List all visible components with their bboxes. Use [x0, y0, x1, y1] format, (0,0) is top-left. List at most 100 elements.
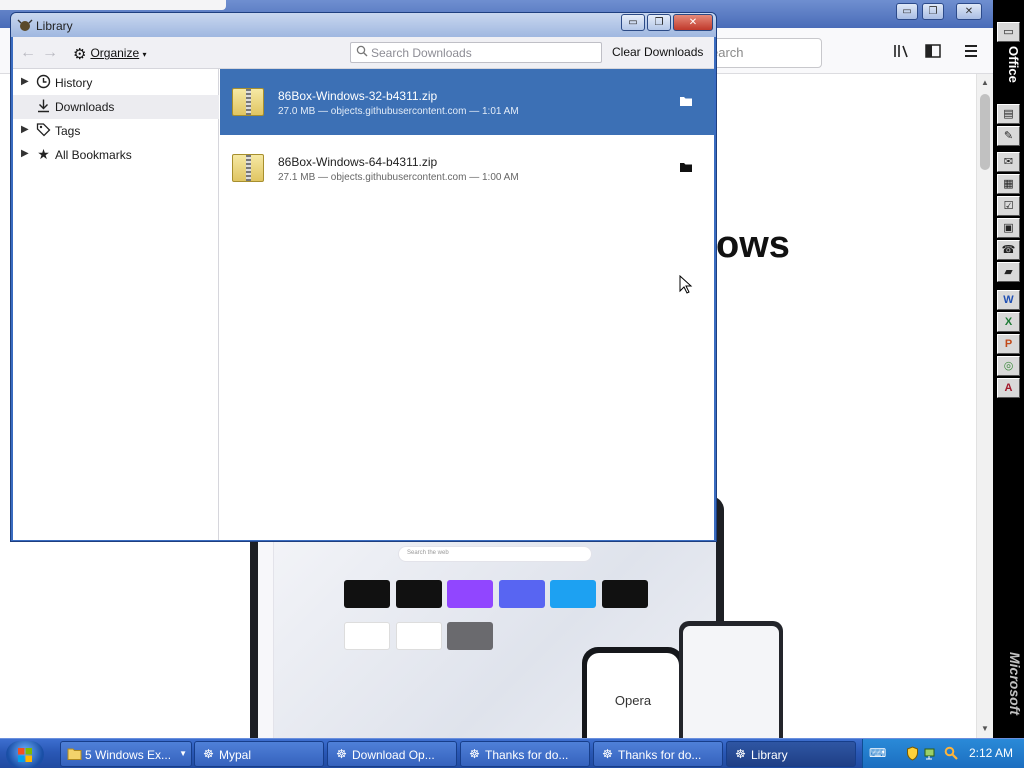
tasks-icon[interactable]: ☑: [997, 196, 1020, 216]
contacts-icon[interactable]: ▣: [997, 218, 1020, 238]
mypal-icon: ☸: [602, 747, 613, 761]
download-filename: 86Box-Windows-32-b4311.zip: [278, 89, 438, 103]
taskbar-button-thanks-1[interactable]: ☸ Thanks for do...: [460, 741, 590, 767]
chevron-down-icon: ▾: [142, 50, 147, 59]
taskbar-button-mypal[interactable]: ☸ Mypal: [194, 741, 324, 767]
library-icon[interactable]: [892, 42, 910, 60]
speed-dial-tile: [396, 580, 442, 608]
binder-icon[interactable]: ▤: [997, 104, 1020, 124]
mail-icon[interactable]: ✉: [997, 152, 1020, 172]
downloads-list: 86Box-Windows-32-b4311.zip 27.0 MB — obj…: [220, 69, 714, 540]
clear-downloads-button[interactable]: Clear Downloads: [612, 45, 703, 59]
office-shortcut-bar: Office ▭ ▤ ✎ ✉ ▦ ☑ ▣ ☎ ▰ W X P ◎ A Microsoft: [993, 0, 1024, 738]
sidebar-item-all-bookmarks[interactable]: ▶ ★ All Bookmarks: [13, 143, 219, 167]
calendar-icon[interactable]: ▦: [997, 174, 1020, 194]
notes-icon[interactable]: ▰: [997, 262, 1020, 282]
close-button[interactable]: ✕: [673, 14, 713, 31]
zip-file-icon: [232, 154, 264, 182]
open-folder-icon[interactable]: [678, 95, 694, 109]
sidebar-item-label: Downloads: [55, 100, 115, 114]
taskbar-button-download-opera[interactable]: ☸ Download Op...: [327, 741, 457, 767]
library-sidebar-tree: ▶ History Downloads ▶ Tags ▶ ★ All Bookm…: [13, 69, 219, 540]
star-icon: ★: [37, 146, 50, 162]
back-arrow-icon[interactable]: ←: [19, 44, 37, 62]
mypal-icon: [17, 17, 33, 33]
taskbar-button-thanks-2[interactable]: ☸ Thanks for do...: [593, 741, 723, 767]
menu-icon[interactable]: [962, 42, 980, 60]
library-window: Library ▭ ❐ ✕ ← → ⚙Organize ▾ Clear Down…: [10, 12, 717, 542]
sidebar-item-tags[interactable]: ▶ Tags: [13, 119, 219, 143]
search-downloads-box[interactable]: [350, 42, 602, 63]
sidebar-item-downloads[interactable]: Downloads: [13, 95, 219, 119]
network-icon[interactable]: [923, 746, 938, 761]
phone-screen-2: [683, 626, 779, 738]
speed-dial-tile: [447, 622, 493, 650]
gear-icon: ⚙: [73, 46, 87, 63]
expand-arrow-icon[interactable]: ▶: [21, 148, 31, 159]
download-row[interactable]: 86Box-Windows-64-b4311.zip 27.1 MB — obj…: [220, 135, 714, 201]
start-button[interactable]: [6, 741, 44, 768]
tag-icon: [35, 122, 52, 139]
opera-phone-illustration: Opera: [582, 647, 684, 738]
powerpoint-icon[interactable]: P: [997, 334, 1020, 354]
windows-logo-icon: [17, 747, 33, 763]
sidebar-item-label: History: [55, 76, 93, 90]
download-filename: 86Box-Windows-64-b4311.zip: [278, 155, 438, 169]
taskbar: 5 Windows Ex... ▼ ☸ Mypal ☸ Download Op.…: [0, 738, 1024, 768]
taskbar-button-library[interactable]: ☸ Library: [726, 741, 856, 767]
download-row[interactable]: 86Box-Windows-32-b4311.zip 27.0 MB — obj…: [220, 69, 714, 135]
sidebar-item-label: Tags: [55, 124, 81, 138]
library-titlebar[interactable]: Library ▭ ❐ ✕: [11, 13, 716, 37]
access-icon[interactable]: A: [997, 378, 1020, 398]
speed-dial-tile: [344, 580, 390, 608]
maximize-button[interactable]: ❐: [647, 14, 671, 31]
clock[interactable]: 2:12 AM: [969, 746, 1013, 760]
sidebar-icon[interactable]: [924, 42, 942, 60]
word-icon[interactable]: W: [997, 290, 1020, 310]
clipart-icon[interactable]: ✎: [997, 126, 1020, 146]
speed-dial-tile: [447, 580, 493, 608]
mypal-icon: ☸: [735, 747, 746, 761]
search-downloads-input[interactable]: [371, 45, 599, 61]
system-tray: ⌨ 2:12 AM: [862, 739, 1024, 768]
taskbar-button-label: Thanks for do...: [618, 748, 702, 762]
office-label: Office: [1006, 46, 1021, 83]
forward-arrow-icon[interactable]: →: [41, 44, 59, 62]
scrollbar-thumb[interactable]: [980, 94, 990, 170]
folder-icon[interactable]: ▭: [997, 22, 1020, 42]
opera-search-bar: Search the web: [398, 546, 592, 562]
open-folder-icon[interactable]: [678, 161, 694, 175]
mouse-cursor-icon: [679, 275, 693, 294]
keyboard-icon[interactable]: ⌨: [869, 746, 886, 761]
background-search-field[interactable]: earch: [700, 38, 822, 68]
scroll-up-arrow[interactable]: ▲: [980, 78, 990, 88]
sidebar-item-history[interactable]: ▶ History: [13, 71, 219, 95]
scroll-down-arrow[interactable]: ▼: [980, 724, 990, 734]
journal-icon[interactable]: ☎: [997, 240, 1020, 260]
download-icon: [35, 98, 52, 115]
microsoft-label: Microsoft: [1007, 652, 1023, 715]
expand-arrow-icon[interactable]: ▶: [21, 124, 31, 135]
download-details: 27.1 MB — objects.githubusercontent.com …: [278, 172, 519, 183]
search-icon[interactable]: [943, 746, 958, 761]
taskbar-button-label: Download Op...: [352, 748, 435, 762]
security-shield-icon[interactable]: [905, 746, 920, 761]
organize-label: Organize: [90, 46, 140, 60]
background-close-button[interactable]: ✕: [956, 3, 982, 20]
organize-button[interactable]: ⚙ Organize ▾: [67, 42, 153, 64]
publisher-icon[interactable]: ◎: [997, 356, 1020, 376]
background-minimize-button[interactable]: ▭: [896, 3, 918, 20]
taskbar-button-label: Thanks for do...: [485, 748, 569, 762]
expand-arrow-icon[interactable]: ▶: [21, 76, 31, 87]
speed-dial-tile: [499, 580, 545, 608]
background-maximize-button[interactable]: ❐: [922, 3, 944, 20]
background-tab-strip[interactable]: [0, 0, 226, 10]
speed-dial-tile: [550, 580, 596, 608]
excel-icon[interactable]: X: [997, 312, 1020, 332]
minimize-button[interactable]: ▭: [621, 14, 645, 31]
speed-dial-tile: [602, 580, 648, 608]
taskbar-button-windows-explorer[interactable]: 5 Windows Ex... ▼: [60, 741, 192, 767]
library-client-area: ← → ⚙Organize ▾ Clear Downloads ▶ Histor…: [13, 37, 714, 540]
page-scrollbar[interactable]: ▲ ▼: [976, 74, 993, 738]
mypal-icon: ☸: [469, 747, 480, 761]
